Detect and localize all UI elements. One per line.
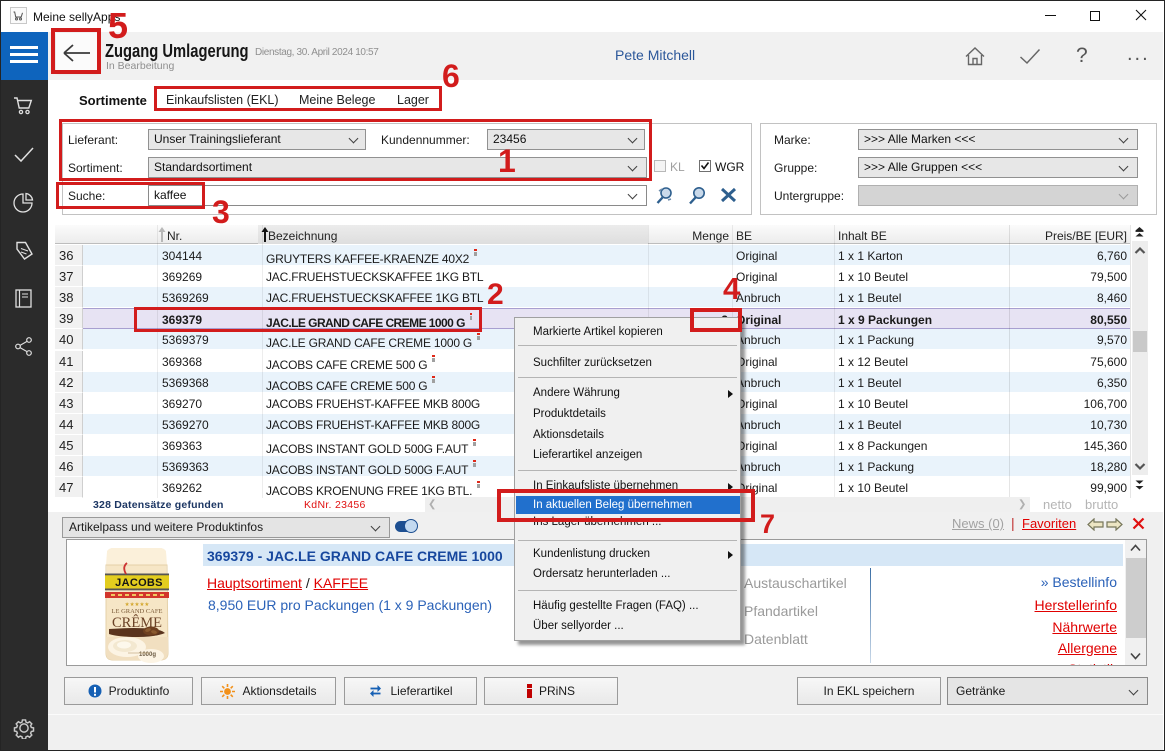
svg-text:LE GRAND CAFE: LE GRAND CAFE xyxy=(112,608,163,615)
svg-text:JACOBS: JACOBS xyxy=(115,577,163,589)
svg-text:★★★★★: ★★★★★ xyxy=(125,601,150,608)
